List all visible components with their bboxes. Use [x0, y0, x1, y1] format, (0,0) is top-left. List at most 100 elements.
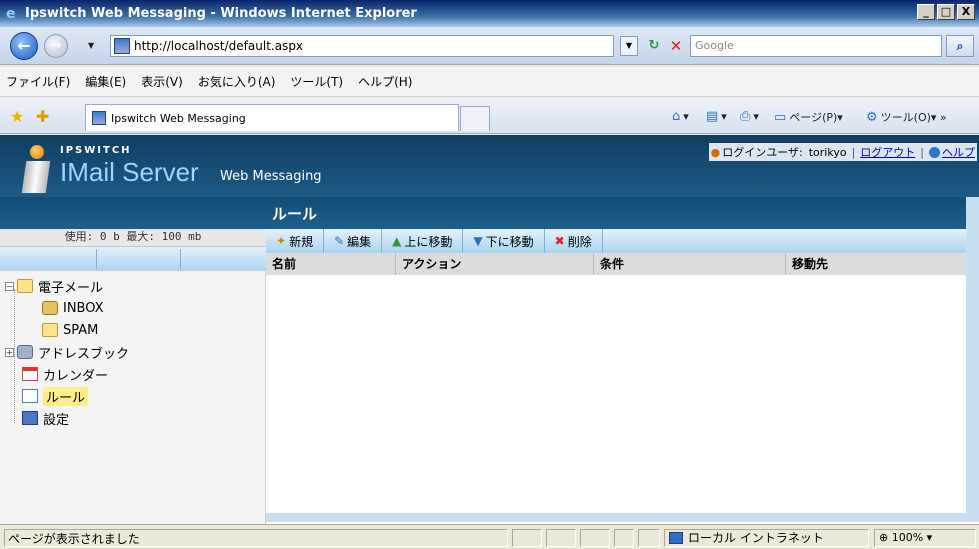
feeds-button[interactable]: ▤ ▾	[706, 109, 727, 124]
menu-file[interactable]: ファイル(F)	[6, 73, 70, 90]
move-down-icon: ▼	[473, 234, 483, 248]
login-user-label: ログインユーザ:	[722, 146, 803, 159]
favorites-star-icon[interactable]: ★	[10, 107, 24, 126]
security-zone[interactable]: ローカル イントラネット	[664, 529, 869, 547]
new-icon: ✦	[276, 234, 287, 248]
tree-item-email[interactable]: − 電子メール	[5, 275, 103, 297]
tree-item-spam[interactable]: SPAM	[42, 319, 98, 341]
page-icon: ▭	[774, 109, 787, 125]
menu-edit[interactable]: 編集(E)	[85, 73, 126, 90]
quota-text: 使用: 0 b 最大: 100 mb	[0, 229, 266, 247]
add-favorite-icon[interactable]: ✚	[36, 107, 49, 126]
edit-icon: ✎	[334, 234, 345, 248]
vertical-scrollbar[interactable]	[966, 197, 979, 513]
home-button[interactable]: ⌂ ▾	[672, 109, 689, 124]
rules-panel: ルール ✦ 新規 ✎ 編集 ▲ 上に移動 ▼ 下に移動 ✖ 削除 名前 アクショ…	[266, 197, 979, 524]
back-button[interactable]: ←	[10, 32, 38, 60]
search-input[interactable]: Google	[690, 35, 942, 57]
move-up-label: 上に移動	[404, 234, 453, 249]
tree-item-rules[interactable]: ルール	[22, 385, 89, 407]
minimize-button[interactable]: _	[917, 4, 935, 20]
imail-banner: IPSWITCH IMail Server Web Messaging ● ログ…	[0, 135, 979, 197]
folder-icon	[17, 279, 33, 293]
maximize-button[interactable]: □	[937, 4, 955, 20]
site-favicon-icon	[114, 38, 130, 54]
delete-button[interactable]: ✖ 削除	[545, 229, 603, 253]
move-down-button[interactable]: ▼ 下に移動	[463, 229, 545, 253]
sidebar-tabs	[0, 247, 266, 271]
refresh-icon[interactable]: ↻	[644, 36, 664, 56]
search-button[interactable]: ⌕	[946, 35, 974, 57]
new-tab-button[interactable]	[460, 106, 490, 131]
menu-favorites[interactable]: お気に入り(A)	[198, 73, 276, 90]
tree-item-label: 電子メール	[38, 280, 104, 296]
close-button[interactable]: X	[957, 4, 975, 20]
zone-label: ローカル イントラネット	[688, 531, 824, 545]
browser-window: e Ipswitch Web Messaging - Windows Inter…	[0, 0, 979, 549]
user-icon: ●	[710, 145, 721, 159]
new-button[interactable]: ✦ 新規	[266, 229, 325, 253]
tree-item-label: 設定	[43, 412, 70, 428]
url-field[interactable]: http://localhost/default.aspx	[110, 35, 614, 57]
sidebar: 使用: 0 b 最大: 100 mb − 電子メール INBOX SPAM + …	[0, 197, 266, 524]
tab-favicon-icon	[92, 111, 106, 125]
intranet-icon	[669, 532, 683, 544]
new-label: 新規	[289, 234, 314, 249]
tree-item-label: INBOX	[63, 300, 104, 316]
column-destination[interactable]: 移動先	[786, 253, 966, 275]
delete-icon: ✖	[554, 234, 565, 248]
window-title: Ipswitch Web Messaging - Windows Interne…	[25, 6, 417, 21]
collapse-icon[interactable]: −	[5, 281, 14, 291]
forward-button[interactable]: →	[44, 34, 68, 58]
menu-help[interactable]: ヘルプ(H)	[358, 73, 412, 90]
tree-item-settings[interactable]: 設定	[22, 407, 69, 429]
tools-menu-button[interactable]: ⚙ ツール(O) ▾ »	[866, 109, 947, 125]
panel-header: ルール	[266, 197, 979, 229]
rules-table-header: 名前 アクション 条件 移動先	[266, 253, 979, 275]
username: torikyo	[808, 145, 847, 159]
expand-icon[interactable]: +	[5, 347, 14, 357]
page-title: ルール	[272, 205, 318, 223]
zoom-control[interactable]: ⊕ 100% ▾	[874, 529, 976, 547]
help-link[interactable]: ヘルプ	[942, 144, 975, 160]
tree-item-inbox[interactable]: INBOX	[42, 297, 104, 319]
browser-tab[interactable]: Ipswitch Web Messaging	[85, 104, 459, 131]
url-dropdown-button[interactable]: ▼	[620, 36, 638, 56]
menu-bar: ファイル(F) 編集(E) 表示(V) お気に入り(A) ツール(T) ヘルプ(…	[0, 67, 979, 97]
zoom-level: 100%	[891, 531, 924, 544]
tree-item-address-book[interactable]: + アドレスブック	[5, 341, 129, 363]
horizontal-scrollbar[interactable]	[266, 513, 979, 522]
delete-label: 削除	[567, 234, 592, 249]
rules-toolbar: ✦ 新規 ✎ 編集 ▲ 上に移動 ▼ 下に移動 ✖ 削除	[266, 229, 979, 253]
url-text: http://localhost/default.aspx	[134, 39, 304, 53]
move-up-icon: ▲	[392, 234, 402, 248]
imail-logo-icon	[21, 145, 52, 193]
ie-icon: e	[6, 5, 16, 22]
move-up-button[interactable]: ▲ 上に移動	[382, 229, 464, 253]
history-dropdown-icon[interactable]: ▼	[88, 41, 94, 50]
product-subtitle: Web Messaging	[220, 169, 322, 184]
page-menu-button[interactable]: ▭ ページ(P) ▾	[774, 109, 843, 125]
column-name[interactable]: 名前	[266, 253, 396, 275]
edit-button[interactable]: ✎ 編集	[324, 229, 383, 253]
edit-label: 編集	[347, 234, 372, 249]
tree-item-label: ルール	[43, 386, 89, 406]
tree-item-calendar[interactable]: カレンダー	[22, 363, 108, 385]
calendar-icon	[22, 367, 38, 381]
column-action[interactable]: アクション	[396, 253, 594, 275]
print-button[interactable]: ⎙ ▾	[740, 109, 759, 124]
brand-name: IPSWITCH	[60, 145, 132, 156]
menu-view[interactable]: 表示(V)	[141, 73, 183, 90]
stop-icon[interactable]: ✕	[666, 36, 686, 56]
column-condition[interactable]: 条件	[594, 253, 786, 275]
address-book-icon	[17, 345, 33, 359]
feeds-icon: ▤	[706, 109, 719, 124]
zoom-icon: ⊕	[879, 531, 889, 544]
web-content: IPSWITCH IMail Server Web Messaging ● ログ…	[0, 135, 979, 524]
tab-label: Ipswitch Web Messaging	[111, 111, 246, 125]
address-bar: ← → ▼ http://localhost/default.aspx ▼ ↻ …	[0, 27, 979, 65]
menu-tools[interactable]: ツール(T)	[290, 73, 343, 90]
rule-icon	[22, 389, 38, 403]
logout-link[interactable]: ログアウト	[860, 144, 915, 160]
tree-item-label: SPAM	[63, 322, 99, 338]
